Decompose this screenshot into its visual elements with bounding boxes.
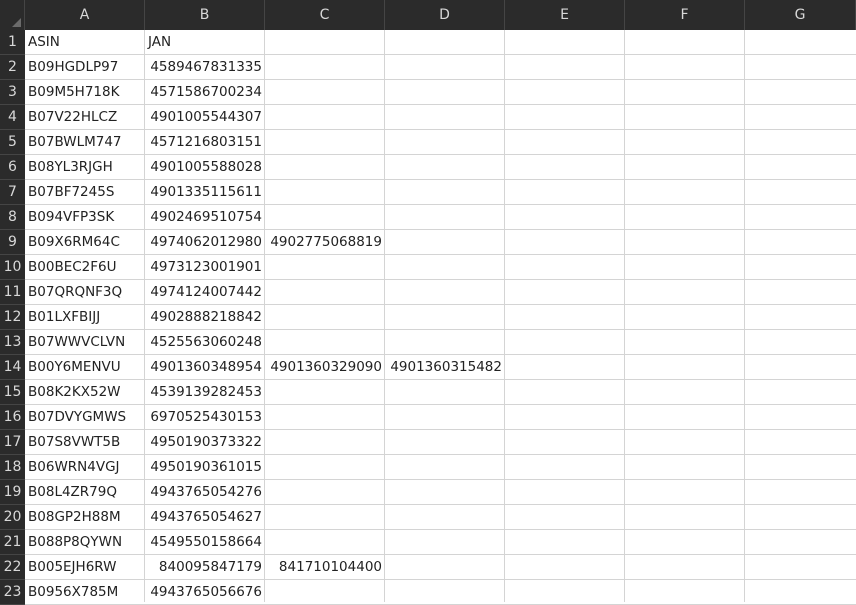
row-header-3[interactable]: 3	[0, 80, 25, 105]
row-header-1[interactable]: 1	[0, 30, 25, 55]
column-header-c[interactable]: C	[265, 0, 385, 30]
select-all-icon	[12, 18, 21, 27]
row-header-21[interactable]: 21	[0, 530, 25, 555]
row-header-5[interactable]: 5	[0, 130, 25, 155]
cell-b9[interactable]: 4974062012980	[145, 230, 265, 255]
column-header-g[interactable]: G	[745, 0, 856, 30]
cell-a14[interactable]: B00Y6MENVU	[25, 355, 145, 380]
cell-a6[interactable]: B08YL3RJGH	[25, 155, 145, 180]
cell-a3[interactable]: B09M5H718K	[25, 80, 145, 105]
cell-a20[interactable]: B08GP2H88M	[25, 505, 145, 530]
row-header-15[interactable]: 15	[0, 380, 25, 405]
row-header-18[interactable]: 18	[0, 455, 25, 480]
row-header-22[interactable]: 22	[0, 555, 25, 580]
cell-a13[interactable]: B07WWVCLVN	[25, 330, 145, 355]
cell-a11[interactable]: B07QRQNF3Q	[25, 280, 145, 305]
row-header-8[interactable]: 8	[0, 205, 25, 230]
cell-b13[interactable]: 4525563060248	[145, 330, 265, 355]
cell-b16[interactable]: 6970525430153	[145, 405, 265, 430]
grid-line-vertical	[384, 30, 385, 602]
cell-c22[interactable]: 841710104400	[265, 555, 385, 580]
row-header-10[interactable]: 10	[0, 255, 25, 280]
cell-a4[interactable]: B07V22HLCZ	[25, 105, 145, 130]
cell-a12[interactable]: B01LXFBIJJ	[25, 305, 145, 330]
cell-a1[interactable]: ASIN	[25, 30, 145, 55]
cell-b7[interactable]: 4901335115611	[145, 180, 265, 205]
cell-b11[interactable]: 4974124007442	[145, 280, 265, 305]
row-header-7[interactable]: 7	[0, 180, 25, 205]
cell-b5[interactable]: 4571216803151	[145, 130, 265, 155]
cell-a15[interactable]: B08K2KX52W	[25, 380, 145, 405]
cell-b20[interactable]: 4943765054627	[145, 505, 265, 530]
cell-b15[interactable]: 4539139282453	[145, 380, 265, 405]
spreadsheet: ABCDEFG 1 2 3 4 5 6 7 8 9 10 11 12 13 14 15 16 17 18 19 20 2…	[0, 0, 856, 605]
cell-a19[interactable]: B08L4ZR79Q	[25, 480, 145, 505]
cell-b23[interactable]: 4943765056676	[145, 580, 265, 605]
cell-b18[interactable]: 4950190361015	[145, 455, 265, 480]
cell-c14[interactable]: 4901360329090	[265, 355, 385, 380]
row-header-14[interactable]: 14	[0, 355, 25, 380]
row-header-11[interactable]: 11	[0, 280, 25, 305]
cell-a9[interactable]: B09X6RM64C	[25, 230, 145, 255]
row-header-23[interactable]: 23	[0, 580, 25, 605]
column-header-a[interactable]: A	[25, 0, 145, 30]
cell-b4[interactable]: 4901005544307	[145, 105, 265, 130]
row-header-16[interactable]: 16	[0, 405, 25, 430]
cell-a2[interactable]: B09HGDLP97	[25, 55, 145, 80]
cell-a21[interactable]: B088P8QYWN	[25, 530, 145, 555]
row-header-20[interactable]: 20	[0, 505, 25, 530]
cell-a18[interactable]: B06WRN4VGJ	[25, 455, 145, 480]
cell-d14[interactable]: 4901360315482	[385, 355, 505, 380]
row-header-2[interactable]: 2	[0, 55, 25, 80]
cell-a10[interactable]: B00BEC2F6U	[25, 255, 145, 280]
grid-line-vertical	[504, 30, 505, 602]
column-header-e[interactable]: E	[505, 0, 625, 30]
row-header-4[interactable]: 4	[0, 105, 25, 130]
cell-b12[interactable]: 4902888218842	[145, 305, 265, 330]
cell-a7[interactable]: B07BF7245S	[25, 180, 145, 205]
cell-b3[interactable]: 4571586700234	[145, 80, 265, 105]
grid-line-vertical	[744, 30, 745, 602]
grid-line-vertical	[624, 30, 625, 602]
cell-b14[interactable]: 4901360348954	[145, 355, 265, 380]
column-header-b[interactable]: B	[145, 0, 265, 30]
column-header-f[interactable]: F	[625, 0, 745, 30]
cell-c9[interactable]: 4902775068819	[265, 230, 385, 255]
cell-b21[interactable]: 4549550158664	[145, 530, 265, 555]
cell-b1[interactable]: JAN	[145, 30, 265, 55]
cell-a8[interactable]: B094VFP3SK	[25, 205, 145, 230]
cell-a22[interactable]: B005EJH6RW	[25, 555, 145, 580]
row-header-9[interactable]: 9	[0, 230, 25, 255]
cell-a17[interactable]: B07S8VWT5B	[25, 430, 145, 455]
row-header-19[interactable]: 19	[0, 480, 25, 505]
row-header-13[interactable]: 13	[0, 330, 25, 355]
cell-a5[interactable]: B07BWLM747	[25, 130, 145, 155]
cell-a16[interactable]: B07DVYGMWS	[25, 405, 145, 430]
row-header-17[interactable]: 17	[0, 430, 25, 455]
cell-b10[interactable]: 4973123001901	[145, 255, 265, 280]
row-header-6[interactable]: 6	[0, 155, 25, 180]
cell-b19[interactable]: 4943765054276	[145, 480, 265, 505]
cell-b2[interactable]: 4589467831335	[145, 55, 265, 80]
column-header-d[interactable]: D	[385, 0, 505, 30]
select-all-corner[interactable]	[0, 0, 25, 30]
cell-b6[interactable]: 4901005588028	[145, 155, 265, 180]
cell-b22[interactable]: 840095847179	[145, 555, 265, 580]
cell-b17[interactable]: 4950190373322	[145, 430, 265, 455]
cell-a23[interactable]: B0956X785M	[25, 580, 145, 605]
row-header-12[interactable]: 12	[0, 305, 25, 330]
cell-b8[interactable]: 4902469510754	[145, 205, 265, 230]
